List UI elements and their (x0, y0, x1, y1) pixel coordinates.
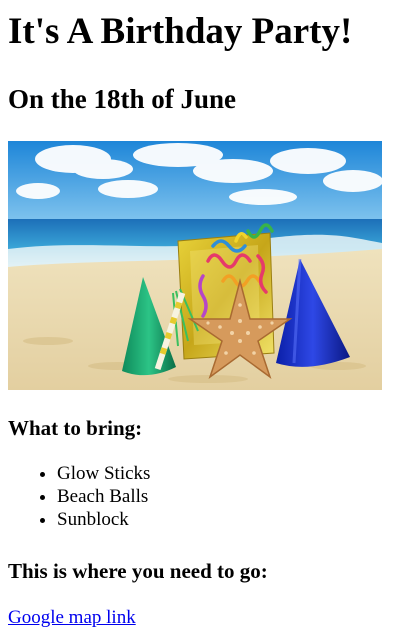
beach-party-image (8, 141, 382, 390)
page: It's A Birthday Party! On the 18th of Ju… (0, 0, 408, 642)
what-to-bring-heading: What to bring: (8, 416, 143, 440)
list-item: Sunblock (57, 508, 150, 531)
list-item: Glow Sticks (57, 462, 150, 485)
bring-list: Glow Sticks Beach Balls Sunblock (8, 462, 150, 531)
location-heading: This is where you need to go: (8, 559, 268, 583)
google-map-link[interactable]: Google map link (8, 606, 136, 629)
list-item: Beach Balls (57, 485, 150, 508)
page-title: It's A Birthday Party! (8, 11, 353, 52)
party-date: On the 18th of June (8, 84, 237, 114)
